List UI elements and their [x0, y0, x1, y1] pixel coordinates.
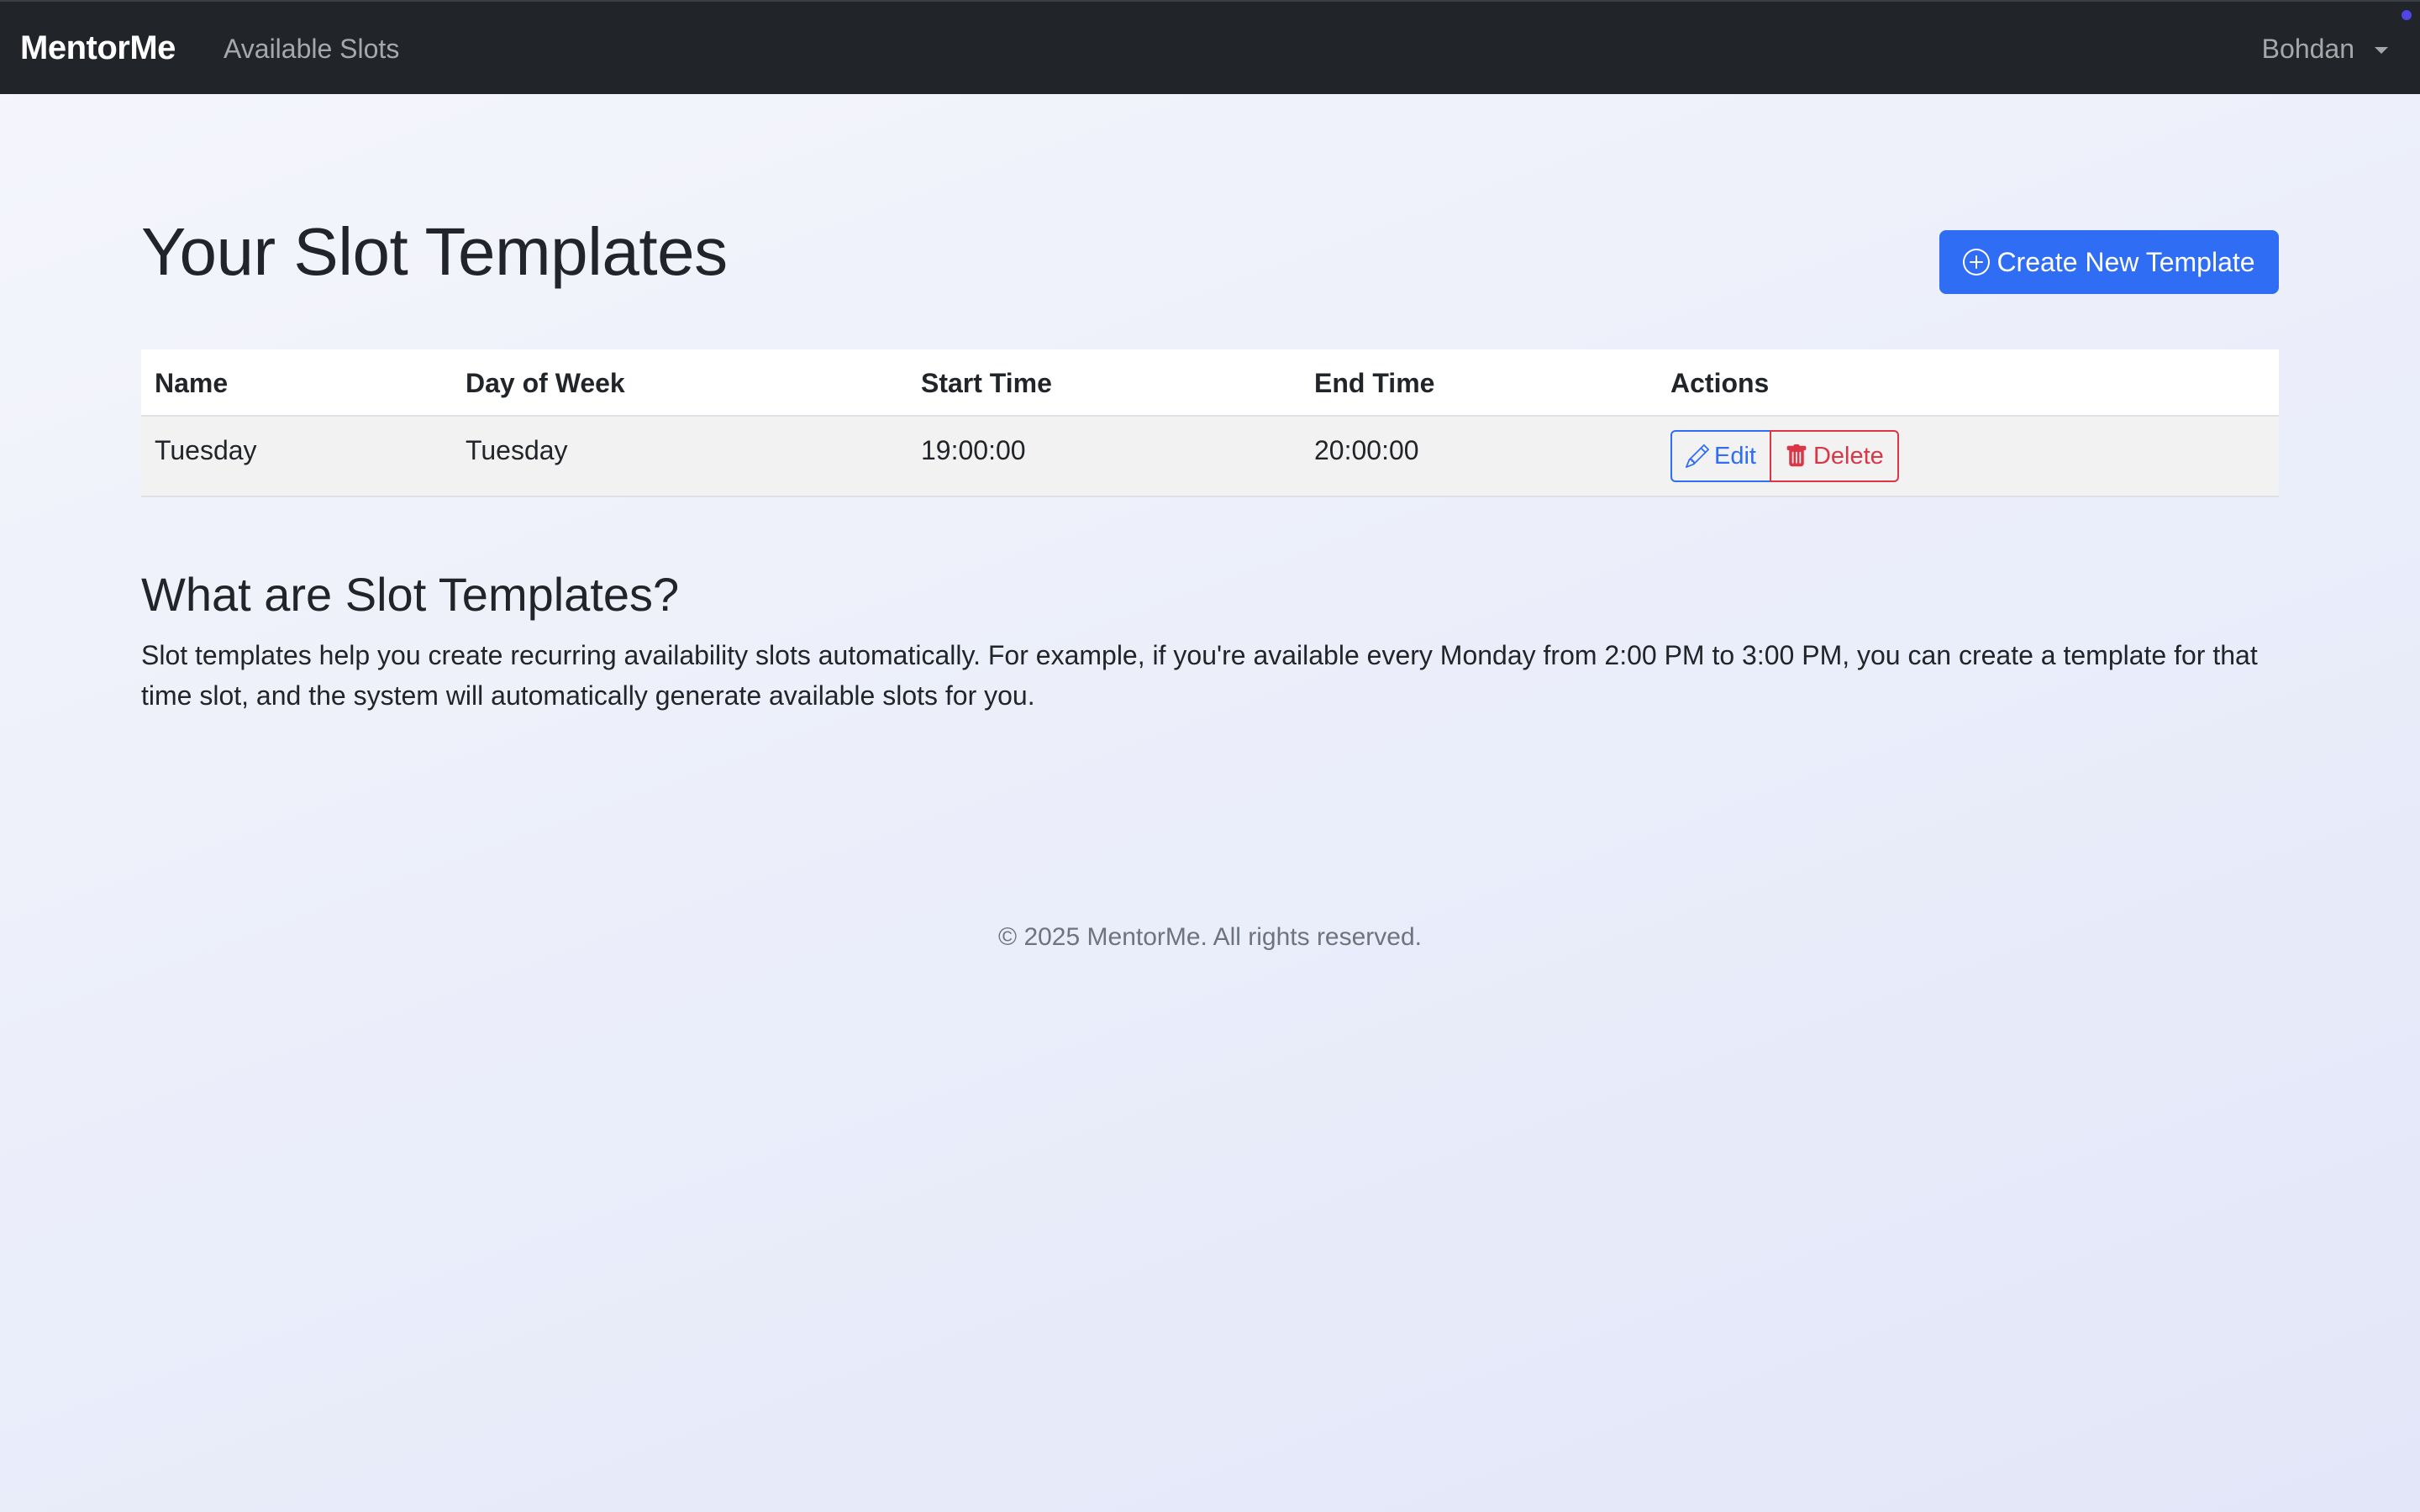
nav-link-available-slots[interactable]: Available Slots	[224, 30, 399, 67]
cell-name: Tuesday	[155, 435, 257, 465]
info-text: Slot templates help you create recurring…	[141, 640, 2258, 711]
column-header-actions: Actions	[1670, 368, 1770, 398]
caret-down-icon	[2375, 47, 2388, 54]
pencil-icon	[1686, 444, 1709, 468]
column-header-end: End Time	[1314, 368, 1435, 398]
cell-end-time: 20:00:00	[1314, 435, 1419, 465]
brand-logo[interactable]: MentorMe	[20, 27, 176, 69]
table-row: Tuesday Tuesday 19:00:00 20:00:00 Edit D…	[141, 417, 2279, 497]
create-new-template-button[interactable]: Create New Template	[1939, 230, 2279, 294]
cell-start-time: 19:00:00	[921, 435, 1026, 465]
plus-circle-icon	[1963, 249, 1991, 276]
footer-text: © 2025 MentorMe. All rights reserved.	[998, 923, 1422, 951]
footer: © 2025 MentorMe. All rights reserved.	[0, 917, 2420, 958]
user-name: Bohdan	[2261, 33, 2354, 64]
delete-button[interactable]: Delete	[1769, 430, 1899, 482]
column-header-day: Day of Week	[466, 368, 625, 398]
user-menu-toggle[interactable]: Bohdan	[2262, 30, 2388, 67]
navbar: MentorMe Available Slots Bohdan	[0, 0, 2420, 94]
table-header: Name Day of Week Start Time End Time Act…	[141, 349, 2279, 417]
column-header-start: Start Time	[921, 368, 1052, 398]
trash-icon	[1786, 444, 1807, 467]
cell-day-of-week: Tuesday	[466, 435, 568, 465]
column-header-name: Name	[155, 368, 229, 398]
page-title: Your Slot Templates	[141, 214, 728, 289]
edit-button-label: Edit	[1714, 442, 1756, 470]
row-actions: Edit Delete	[1670, 430, 1899, 482]
delete-button-label: Delete	[1812, 442, 1884, 470]
edit-button[interactable]: Edit	[1670, 430, 1771, 482]
notification-dot	[2402, 10, 2412, 20]
info-title: What are Slot Templates?	[141, 568, 680, 621]
create-button-label: Create New Template	[1996, 246, 2255, 277]
templates-table: Name Day of Week Start Time End Time Act…	[141, 349, 2279, 497]
